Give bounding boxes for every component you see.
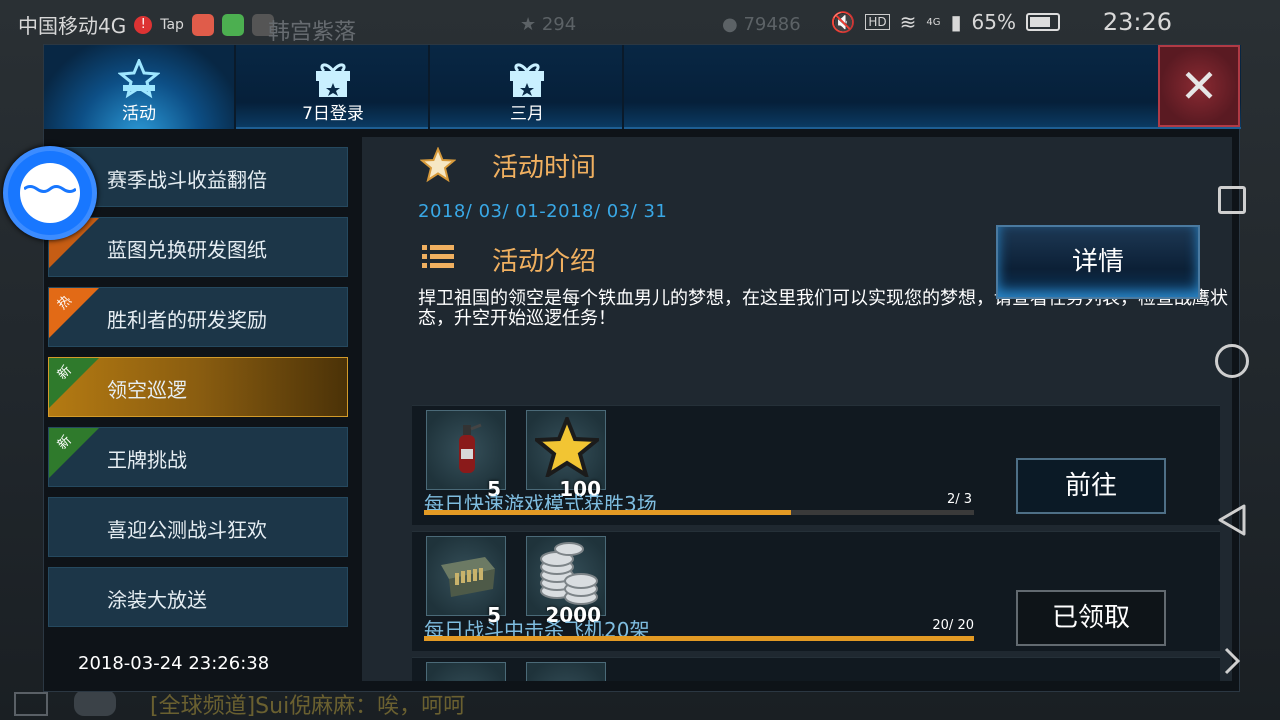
task-progress-fill (424, 510, 791, 515)
task-row: 5 100 每日快速游戏模式获胜3场 2/ 3 前往 (412, 405, 1220, 525)
tab-activity-label: 活动 (122, 104, 156, 124)
hd-icon: HD (865, 14, 890, 30)
screen: { "status_bar": { "carrier": "中国移动4G", "… (0, 0, 1280, 720)
ammo-box-icon (441, 557, 495, 597)
list-icon (422, 245, 454, 268)
reward-slot: 5 (426, 410, 506, 501)
silver-coins-icon (540, 542, 598, 605)
carrier-label: 中国移动4G (18, 14, 127, 38)
coin-count: 79486 (743, 14, 801, 35)
activity-intro-title: 活动介绍 (492, 247, 597, 277)
floating-assistant-button[interactable] (3, 146, 97, 240)
activity-item-label: 赛季战斗收益翻倍 (107, 168, 267, 192)
background-title: 韩宫紫落 (268, 20, 357, 45)
battery-icon (1026, 13, 1060, 31)
star-count: 294 (541, 14, 577, 35)
tab-7day-login[interactable]: 7日登录 (238, 45, 430, 129)
star-counter: ★ 294 (520, 14, 577, 35)
activity-item-label: 胜利者的研发奖励 (107, 308, 267, 332)
activity-item-label: 喜迎公测战斗狂欢 (107, 518, 267, 542)
mail-icon[interactable] (14, 692, 48, 716)
signal-icon: ▮ (950, 10, 962, 34)
gift-icon (316, 63, 350, 97)
activity-time-title: 活动时间 (492, 153, 597, 183)
activity-item-label: 涂装大放送 (107, 588, 207, 612)
network-label: 4G (926, 16, 941, 28)
activity-item-label: 蓝图兑换研发图纸 (107, 238, 267, 262)
activity-modal: 活动 7日登录 三月 ✕ 赛季战斗收益翻倍 蓝图兑换研发图纸 热 胜利者的研发奖… (43, 44, 1241, 692)
wave-icon (24, 185, 76, 193)
app-tag: Tap (160, 16, 184, 33)
coin-counter: ● 79486 (722, 14, 801, 35)
app-notification-icon (191, 13, 214, 36)
task-progress-text: 20/ 20 (932, 618, 974, 633)
server-clock: 2018-03-24 23:26:38 (78, 653, 270, 674)
activity-item-label: 王牌挑战 (107, 448, 187, 472)
close-button[interactable]: ✕ (1158, 45, 1240, 127)
details-button[interactable]: 详情 (996, 225, 1200, 299)
activity-item-blueprint-exchange[interactable]: 蓝图兑换研发图纸 (48, 217, 348, 277)
chat-icon[interactable] (74, 690, 116, 716)
battery-percent: 65% (971, 10, 1016, 34)
home-button[interactable] (1215, 344, 1249, 378)
activity-item-victor-reward[interactable]: 热 胜利者的研发奖励 (48, 287, 348, 347)
activity-item-beta-carnival[interactable]: 喜迎公测战斗狂欢 (48, 497, 348, 557)
video-app-icon (221, 13, 244, 36)
recents-button[interactable] (1218, 186, 1246, 214)
activity-item-skin-giveaway[interactable]: 涂装大放送 (48, 567, 348, 627)
activity-item-ace-challenge[interactable]: 新 王牌挑战 (48, 427, 348, 487)
mute-icon: 🔇 (830, 10, 856, 34)
reward-slot (426, 662, 506, 681)
clock-status: 23:26 (1102, 8, 1172, 36)
back-icon[interactable] (1216, 503, 1248, 537)
status-icons: 🔇 HD ≋ 4G ▮ 65% (830, 10, 1060, 34)
tab-march[interactable]: 三月 (432, 45, 624, 129)
warning-icon: ! (134, 15, 153, 34)
reward-slot: 5 (426, 536, 506, 627)
activity-detail-panel: 活动时间 2018/ 03/ 01-2018/ 03/ 31 活动介绍 捍卫祖国… (362, 137, 1232, 681)
activity-item-label: 领空巡逻 (107, 378, 187, 402)
task-progress-fill (424, 636, 974, 641)
tab-activity[interactable]: 活动 (44, 45, 236, 129)
tab-bar: 活动 7日登录 三月 ✕ (44, 45, 1241, 129)
tab-march-label: 三月 (510, 104, 544, 124)
status-bar: 中国移动4G ! Tap 韩宫紫落 ★ 294 ● 79486 🔇 HD ≋ 4… (0, 0, 1280, 46)
activity-date-range: 2018/ 03/ 01-2018/ 03/ 31 (418, 201, 668, 222)
fire-extinguisher-icon (459, 423, 482, 473)
chevron-right-icon[interactable] (1222, 646, 1242, 676)
gift-icon (510, 63, 544, 97)
reward-slot: 100 (526, 410, 606, 501)
task-row (412, 657, 1220, 681)
task-progress-bar (424, 510, 974, 515)
reward-slot: 2000 (526, 536, 606, 627)
task-progress-text: 2/ 3 (946, 492, 972, 507)
tab-7day-login-label: 7日登录 (302, 104, 364, 124)
status-left: 中国移动4G ! Tap (18, 10, 274, 39)
gold-star-icon (535, 417, 599, 477)
reward-slot (526, 662, 606, 681)
activity-item-airspace-patrol[interactable]: 新 领空巡逻 (48, 357, 348, 417)
wifi-icon: ≋ (899, 10, 917, 34)
claimed-button[interactable]: 已领取 (1016, 590, 1166, 646)
task-row: 5 2000 每日战斗中击杀飞机20架 20/ 20 已领取 (412, 531, 1220, 651)
star-badge-icon (118, 59, 160, 99)
go-button[interactable]: 前往 (1016, 458, 1166, 514)
world-chat-line: [全球频道]Sui倪麻麻：唉，呵呵 (150, 694, 466, 719)
task-progress-bar (424, 636, 974, 641)
star-icon (420, 147, 456, 183)
